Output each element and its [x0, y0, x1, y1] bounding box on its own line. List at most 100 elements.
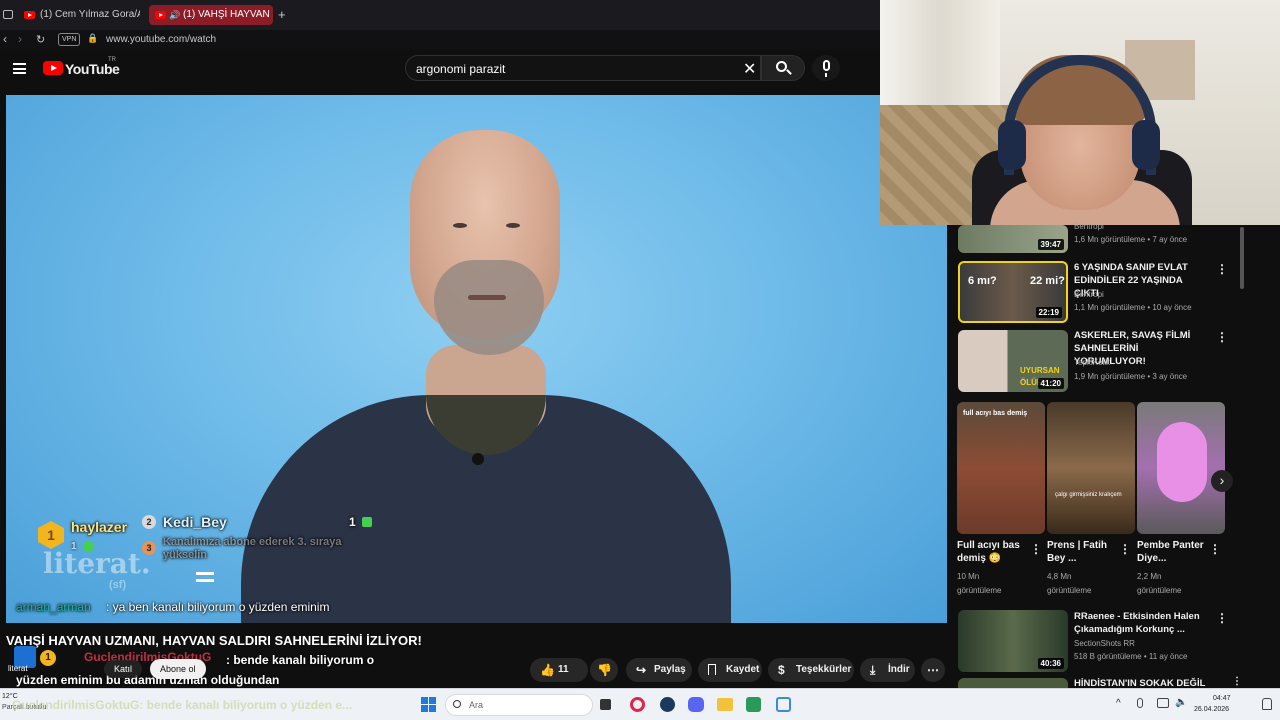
video-thumbnail[interactable]: 39:47	[958, 225, 1068, 253]
sidebar-scrollbar[interactable]	[1240, 227, 1244, 289]
more-vertical-icon[interactable]: ⋮	[1216, 611, 1228, 625]
channel-name[interactable]: SectionShots RR	[1074, 638, 1135, 650]
download-button[interactable]: ⤓ İndir	[860, 658, 915, 682]
region-code: TR	[108, 57, 116, 63]
short-views: 10 Mn	[957, 572, 980, 581]
chat-message-2: : bende kanalı biliyorum o yüzden eminim…	[16, 653, 375, 687]
channel-name[interactable]: Bentropi	[1074, 221, 1104, 233]
youtube-favicon-icon	[155, 11, 166, 19]
vpn-badge[interactable]: VPN	[58, 33, 81, 46]
video-thumbnail[interactable]: 6 mı? 22 mi? 22:19	[958, 261, 1068, 323]
video-subject-beard	[434, 260, 544, 355]
windows-start-icon[interactable]	[421, 697, 436, 712]
lock-icon: 🔒	[87, 33, 99, 43]
short-title[interactable]: Pembe Panter Diye...	[1137, 539, 1207, 565]
clock-time[interactable]: 04:47	[1213, 695, 1231, 702]
menu-icon[interactable]	[13, 63, 26, 74]
more-vertical-icon[interactable]: ⋮	[1216, 262, 1228, 276]
taskbar-search-box[interactable]	[445, 694, 593, 716]
shorts-next-button[interactable]: ›	[1211, 470, 1233, 492]
mic-icon	[823, 60, 830, 71]
video-title[interactable]: RRaenee - Etkisinden Halen Çıkamadığım K…	[1074, 610, 1209, 636]
dislike-button[interactable]: 👎	[590, 658, 618, 682]
short-thumbnail[interactable]: çalgı girmişsiniz kralıçem	[1047, 402, 1135, 534]
gift-icon	[362, 517, 372, 527]
clock-date[interactable]: 26.04.2026	[1194, 706, 1229, 713]
video-meta: 1,9 Mn görüntüleme • 3 ay önce	[1074, 372, 1188, 381]
brand-watermark: literat.	[43, 547, 151, 580]
tray-chevron-icon[interactable]: ^	[1116, 698, 1121, 709]
more-horizontal-icon: ⋯	[927, 663, 939, 677]
reload-icon[interactable]: ↻	[36, 33, 45, 46]
opera-icon[interactable]	[630, 697, 645, 712]
search-button[interactable]	[761, 55, 805, 81]
bookmark-icon	[708, 664, 716, 675]
rank-2-name: Kedi_Bey	[163, 514, 227, 530]
clear-search-icon[interactable]: ✕	[743, 59, 756, 79]
video-thumbnail[interactable]	[958, 678, 1068, 688]
video-thumbnail[interactable]: 40:36	[958, 610, 1068, 672]
short-views: 4,8 Mn	[1047, 572, 1072, 581]
more-vertical-icon[interactable]: ⋮	[1030, 542, 1042, 556]
more-vertical-icon[interactable]: ⋮	[1209, 542, 1221, 556]
app-icon[interactable]	[776, 697, 791, 712]
download-icon: ⤓	[870, 663, 876, 677]
short-title[interactable]: Full acıyı bas demiş 😳	[957, 539, 1029, 565]
steam-icon[interactable]	[660, 697, 675, 712]
tab-list-icon[interactable]	[3, 10, 13, 19]
rank-1-name: haylazer	[71, 519, 128, 535]
back-icon[interactable]: ‹	[3, 32, 7, 46]
duration-badge: 22:19	[1035, 307, 1062, 318]
thanks-button[interactable]: $ Teşekkürler	[768, 658, 854, 682]
webcam-curtain	[880, 0, 1000, 110]
rank-2-badge: 2	[142, 515, 156, 529]
notification-icon[interactable]	[1262, 698, 1272, 710]
subscribe-button[interactable]: Abone ol	[150, 659, 206, 679]
file-explorer-icon[interactable]	[717, 698, 733, 711]
youtube-logo-text[interactable]: YouTube	[65, 61, 120, 77]
speaker-icon: 🔊	[169, 10, 181, 20]
task-view-icon[interactable]	[600, 699, 611, 710]
video-player[interactable]: 1 haylazer 1 2 Kedi_Bey 1 3 Kanalımıza a…	[6, 95, 947, 623]
mic-tray-icon[interactable]	[1137, 698, 1143, 708]
channel-name[interactable]: TepkiKolik	[1074, 357, 1110, 369]
chat-username: arman_arman	[16, 600, 91, 614]
download-label: İndir	[888, 664, 910, 675]
browser-tab-bar: (1) Cem Yılmaz Gora/Arog 🔊 (1) VAHŞİ HAY…	[0, 0, 880, 30]
tab-cem-yilmaz[interactable]: (1) Cem Yılmaz Gora/Arog	[18, 5, 140, 25]
more-actions-button[interactable]: ⋯	[921, 658, 945, 682]
more-vertical-icon[interactable]: ⋮	[1216, 330, 1228, 344]
search-icon	[453, 700, 461, 708]
ticker-text: GuclendirilmisGoktuG: bende kanalı biliy…	[12, 698, 353, 712]
short-title[interactable]: Prens | Fatih Bey ...	[1047, 539, 1117, 565]
more-vertical-icon[interactable]: ⋮	[1232, 676, 1242, 687]
duration-badge: 40:36	[1037, 658, 1064, 669]
short-views: 2,2 Mn	[1137, 572, 1162, 581]
discord-icon[interactable]	[688, 697, 704, 712]
new-tab-button[interactable]: +	[278, 7, 286, 22]
search-input[interactable]: argonomi parazit	[405, 55, 761, 81]
more-vertical-icon[interactable]: ⋮	[1119, 542, 1131, 556]
short-views-label: görüntüleme	[957, 586, 1002, 595]
video-title[interactable]: HİNDİSTAN'IN SOKAK DEĞİL	[1074, 677, 1214, 688]
save-button[interactable]: Kaydet	[698, 658, 762, 682]
short-thumbnail[interactable]: full acıyı bas demiş	[957, 402, 1045, 534]
tab-vahsi-hayvan[interactable]: 🔊 (1) VAHŞİ HAYVAN UZ	[149, 5, 273, 25]
duration-badge: 41:20	[1037, 378, 1064, 389]
url-field[interactable]: www.youtube.com/watch	[106, 34, 216, 45]
like-button[interactable]: 👍 11 B	[530, 658, 588, 699]
voice-search-button[interactable]	[812, 55, 840, 81]
network-icon[interactable]	[1157, 698, 1169, 708]
forward-icon[interactable]: ›	[18, 32, 22, 46]
video-thumbnail[interactable]: UYURSAN ÖLÜR 41:20	[958, 330, 1068, 392]
channel-name[interactable]: Bentropi	[1074, 289, 1104, 301]
video-meta: 1,1 Mn görüntüleme • 10 ay önce	[1074, 303, 1192, 312]
thumbs-up-icon: 👍	[540, 663, 555, 677]
thumbs-down-icon: 👎	[597, 663, 612, 677]
short-thumbnail[interactable]	[1137, 402, 1225, 534]
share-button[interactable]: ↪ Paylaş	[626, 658, 692, 682]
join-button[interactable]: Katıl	[104, 660, 143, 678]
app-icon[interactable]	[746, 697, 761, 712]
volume-icon[interactable]: 🔈	[1175, 697, 1187, 708]
youtube-logo-icon[interactable]	[43, 61, 63, 75]
